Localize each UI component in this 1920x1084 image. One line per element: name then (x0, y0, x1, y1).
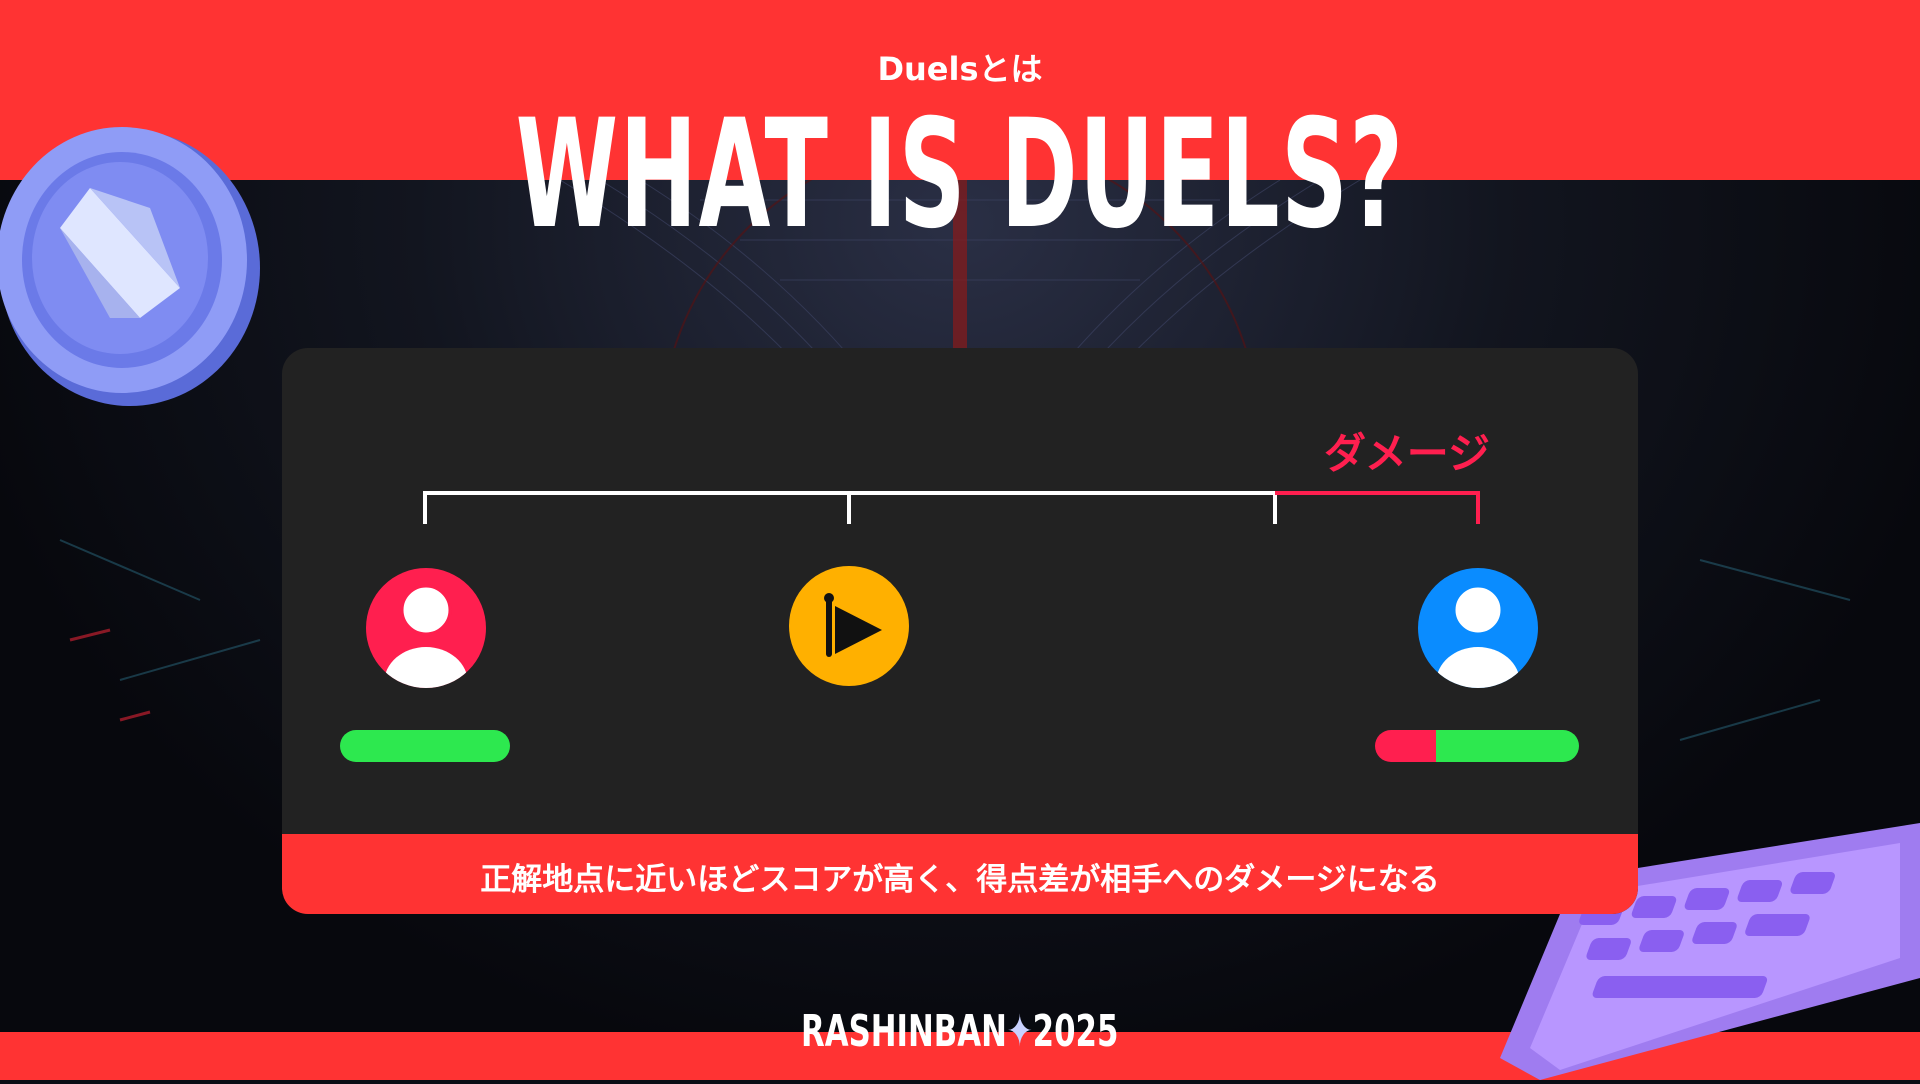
player-blue-health-bar (1375, 730, 1579, 762)
player-red-avatar-icon (366, 568, 486, 688)
logo-text-left: RASHINBAN (801, 1006, 1008, 1057)
ethereum-coin-icon (0, 118, 270, 412)
health-remaining (1436, 730, 1579, 762)
page-title: WHAT IS DUELS? (515, 88, 1405, 262)
damage-bracket (1275, 491, 1480, 524)
logo-text-right: 2025 (1032, 1006, 1119, 1057)
diagram-panel: ダメージ 正解地点に近いほどスコアが高く、得点差が相手へのダメージになる (282, 348, 1638, 914)
health-lost (1375, 730, 1436, 762)
caption-text: 正解地点に近いほどスコアが高く、得点差が相手へのダメージになる (480, 862, 1440, 898)
distance-bracket (423, 491, 1277, 524)
player-red-health-bar (340, 730, 510, 762)
rashinban-logo: RASHINBAN✦2025 (0, 1010, 1920, 1054)
flag-goal-icon (789, 566, 909, 686)
player-blue-avatar-icon (1418, 568, 1538, 688)
health-remaining (340, 730, 510, 762)
subtitle: Duelsとは (877, 50, 1043, 88)
compass-star-icon: ✦ (1007, 1006, 1033, 1057)
caption-bar: 正解地点に近いほどスコアが高く、得点差が相手へのダメージになる (282, 834, 1638, 914)
